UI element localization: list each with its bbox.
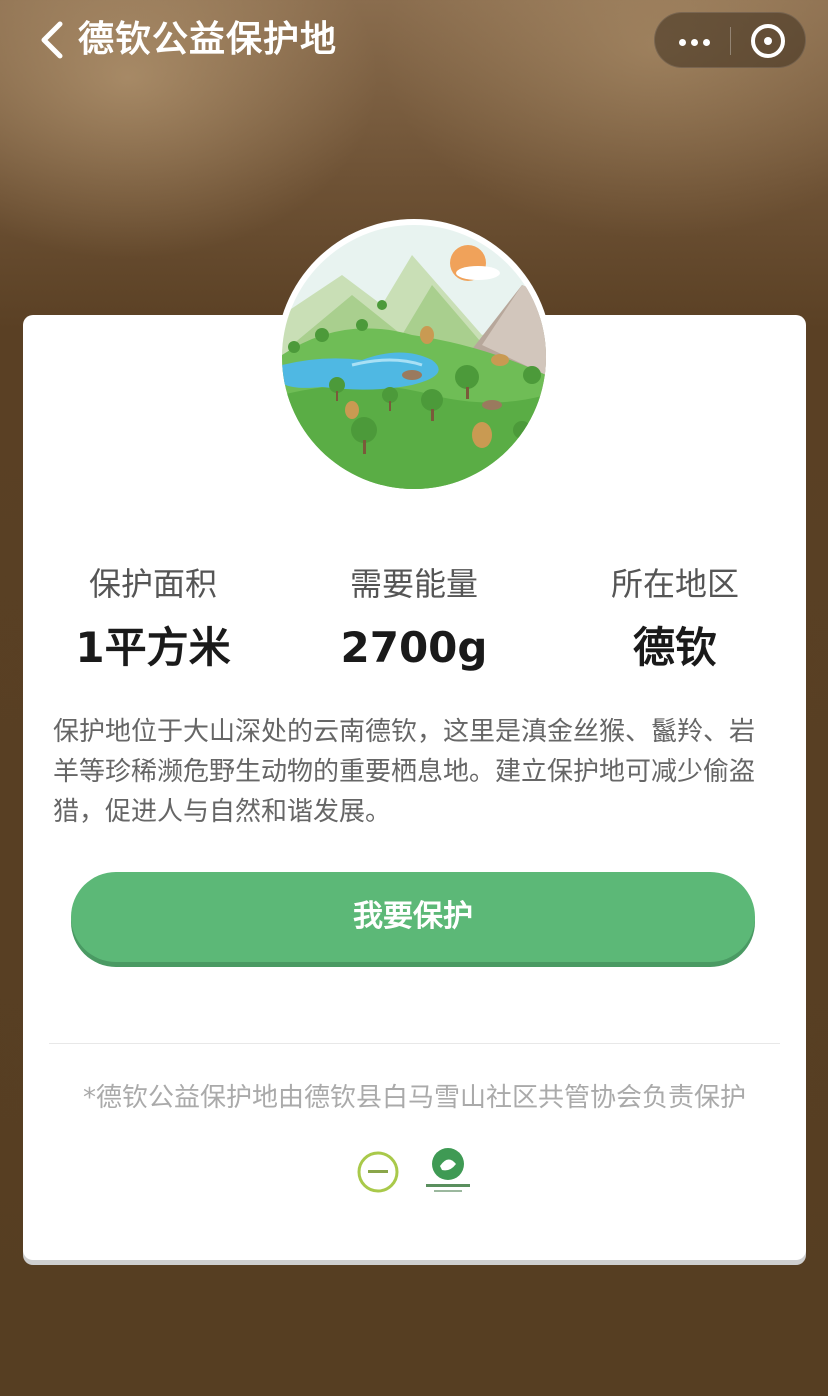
stat-label: 所在地区 — [610, 565, 739, 603]
reserve-illustration — [276, 219, 552, 495]
stat-energy: 需要能量 2700g — [284, 560, 544, 678]
stat-value: 1平方米 — [75, 623, 231, 672]
stat-label: 需要能量 — [349, 565, 478, 603]
chevron-left-icon — [41, 21, 63, 59]
stat-value: 德钦 — [632, 623, 717, 672]
page-title: 德钦公益保护地 — [78, 19, 338, 60]
more-button[interactable] — [655, 13, 731, 69]
close-button[interactable] — [731, 13, 807, 69]
partner-logo-leaf-icon — [420, 1146, 476, 1198]
stats-row: 保护面积 1平方米 需要能量 2700g 所在地区 德钦 — [23, 560, 806, 680]
more-dot-icon — [679, 39, 686, 46]
stat-region: 所在地区 德钦 — [545, 560, 805, 678]
close-circle-icon — [751, 24, 785, 58]
stat-area: 保护面积 1平方米 — [23, 560, 283, 678]
landscape-illustration — [282, 225, 546, 489]
stat-label: 保护面积 — [88, 565, 217, 603]
mini-program-capsule — [654, 12, 806, 68]
more-dot-icon — [703, 39, 710, 46]
reserve-description: 保护地位于大山深处的云南德钦，这里是滇金丝猴、鬣羚、岩羊等珍稀濒危野生动物的重要… — [53, 717, 756, 827]
back-button[interactable] — [36, 20, 72, 60]
partner-logo-ring-icon — [356, 1150, 400, 1194]
navigation-bar: 德钦公益保护地 — [0, 0, 828, 82]
stat-value: 2700g — [340, 623, 488, 672]
footnote: *德钦公益保护地由德钦县白马雪山社区共管协会负责保护 — [82, 1083, 746, 1113]
more-dot-icon — [691, 39, 698, 46]
protect-button[interactable]: 我要保护 — [71, 872, 755, 962]
divider — [49, 1043, 780, 1044]
